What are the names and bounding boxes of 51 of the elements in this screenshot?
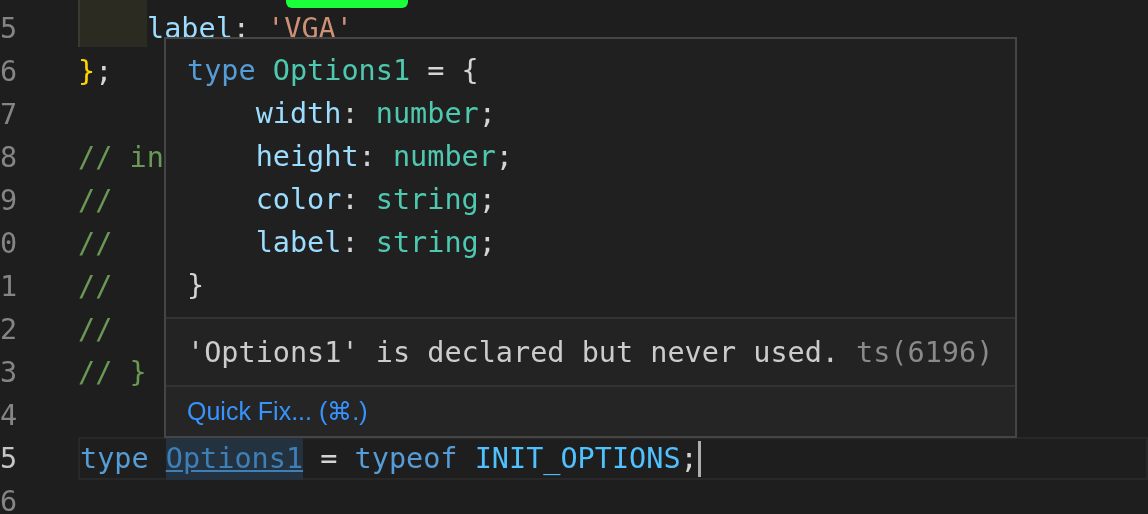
line-number: 5 (0, 441, 19, 477)
code-token: } (78, 54, 96, 90)
line-number: 9 (0, 183, 19, 219)
code-token: number (375, 97, 479, 130)
line-number: 0 (0, 226, 19, 262)
code-token: : (341, 183, 359, 216)
code-token: height (255, 140, 359, 173)
text-cursor (697, 440, 701, 477)
code-token: // (78, 226, 113, 262)
code-token: ; (478, 97, 496, 130)
code-token: : (341, 97, 359, 130)
code-token: } (187, 269, 205, 302)
diagnostic-message: 'Options1' is declared but never used. (187, 335, 840, 369)
line-number: 3 (0, 355, 19, 391)
code-token: label (255, 226, 342, 259)
code-token: // } (78, 355, 147, 391)
line-number: 1 (0, 269, 19, 305)
quick-fix-link[interactable]: Quick Fix... (⌘.) (187, 397, 368, 426)
code-token: // (78, 269, 113, 305)
line-number: 6 (0, 484, 19, 514)
line-number: 6 (0, 54, 19, 90)
code-token: width (255, 97, 342, 130)
code-token: string (375, 183, 479, 216)
code-token: ; (478, 226, 496, 259)
code-token: color (255, 183, 342, 216)
code-token: 'VGA' (267, 11, 353, 47)
code-token: typeof (354, 441, 458, 477)
code-token: type (187, 54, 256, 87)
line-number: 5 (0, 11, 19, 47)
error-code: ts(6196) (856, 335, 994, 369)
code-token: Options1 (272, 54, 411, 87)
code-token: string (375, 226, 479, 259)
line-number: 4 (0, 398, 19, 434)
line-number: 2 (0, 312, 19, 348)
code-token: type (80, 441, 149, 477)
line-number: 7 (0, 97, 19, 133)
code-token: ; (495, 140, 514, 173)
code-token: // (78, 183, 113, 219)
code-token: = { (427, 54, 479, 87)
code-token: number (392, 140, 496, 173)
code-token: = (320, 441, 338, 477)
code-token: : (341, 226, 359, 259)
code-token: ; (478, 183, 496, 216)
code-token: INIT_OPTIONS (474, 441, 681, 477)
code-token: : (358, 140, 376, 173)
code-token: ; (95, 54, 113, 90)
code-token: // (78, 312, 113, 348)
type-link[interactable]: Options1 (165, 437, 304, 480)
code-token: // in (78, 140, 164, 176)
code-token: ; (680, 441, 698, 477)
line-number: 8 (0, 140, 19, 176)
